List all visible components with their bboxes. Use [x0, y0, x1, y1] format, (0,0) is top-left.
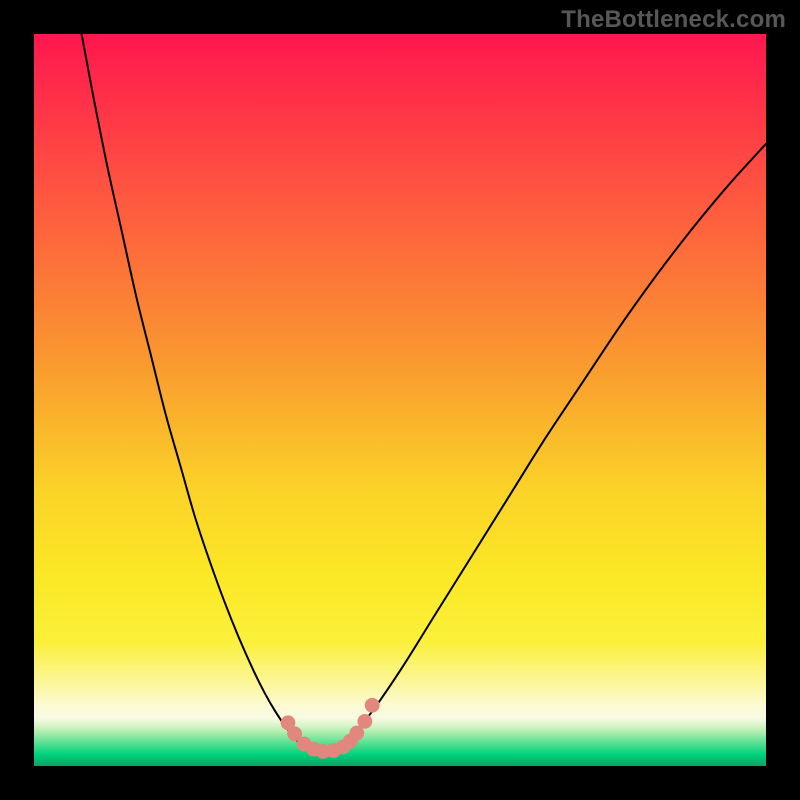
watermark-text: TheBottleneck.com — [561, 6, 786, 34]
outer-frame: TheBottleneck.com — [0, 0, 800, 800]
data-point — [357, 714, 372, 729]
bottleneck-chart — [34, 34, 766, 766]
gradient-background — [34, 34, 766, 766]
data-point — [365, 698, 380, 713]
